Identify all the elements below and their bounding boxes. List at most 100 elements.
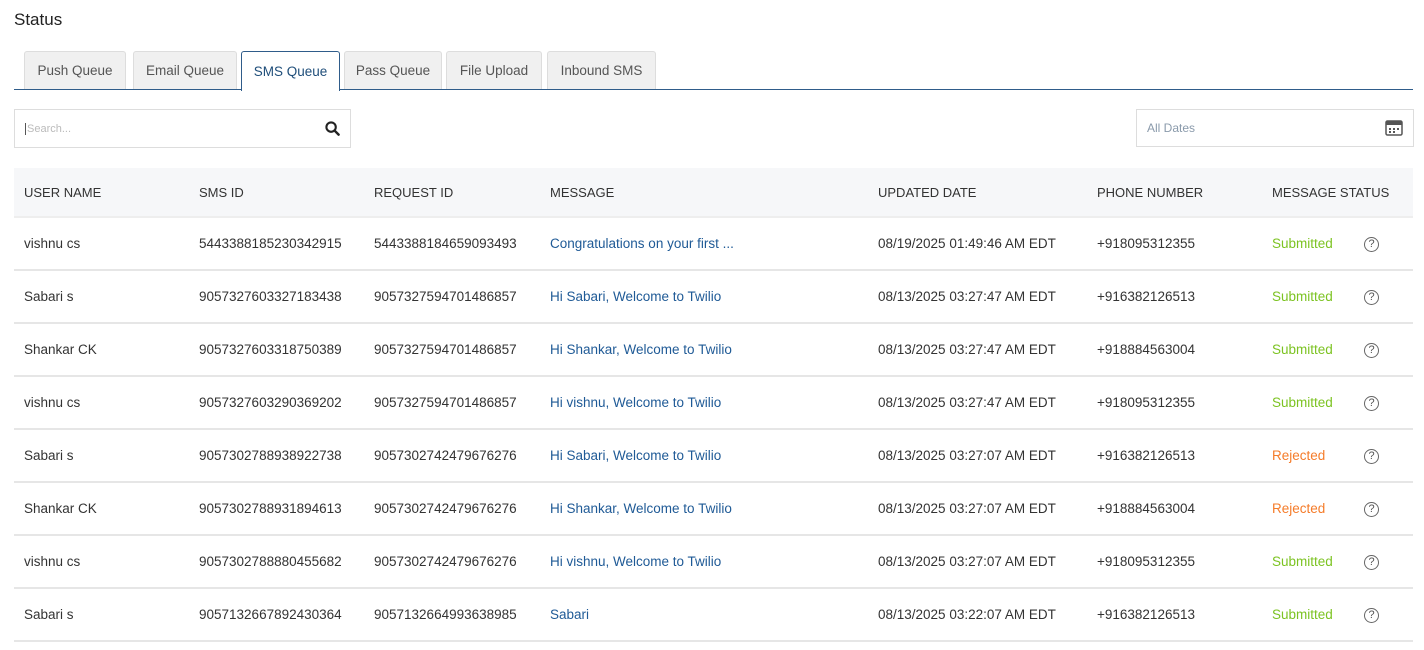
table-row: Shankar CK 9057302788931894613 90573027424… bbox=[14, 482, 1413, 536]
table-header-row: USER NAME SMS ID REQUEST ID MESSAGE UPDA… bbox=[14, 168, 1413, 218]
table-row: Sabari s 9057302788938922738 9057302742479… bbox=[14, 429, 1413, 483]
status-badge: Submitted bbox=[1272, 395, 1333, 410]
table-row: Sabari s 9057327603327183438 9057327594701… bbox=[14, 270, 1413, 324]
cell-message-status: Submitted? bbox=[1262, 217, 1413, 271]
status-badge: Submitted bbox=[1272, 289, 1333, 304]
cell-sms-id: 9057302788931894613 bbox=[189, 482, 364, 536]
status-badge: Submitted bbox=[1272, 342, 1333, 357]
tab-inbound-sms[interactable]: Inbound SMS bbox=[547, 51, 656, 89]
cell-phone-number: +918884563004 bbox=[1087, 323, 1262, 377]
cell-updated-date: 08/13/2025 03:27:47 AM EDT bbox=[868, 376, 1087, 430]
tab-push-queue[interactable]: Push Queue bbox=[24, 51, 126, 89]
status-badge: Submitted bbox=[1272, 554, 1333, 569]
tab-sms-queue[interactable]: SMS Queue bbox=[241, 51, 340, 91]
status-badge: Submitted bbox=[1272, 236, 1333, 251]
search-icon[interactable] bbox=[325, 121, 340, 136]
cell-message-status: Submitted? bbox=[1262, 588, 1413, 642]
cell-request-id: 9057302742479676276 bbox=[364, 535, 540, 589]
table-row: Sabari s 9057132667892430364 9057132664993… bbox=[14, 588, 1413, 642]
page-title: Status bbox=[14, 10, 63, 29]
queue-tabs: Push Queue Email Queue SMS Queue Pass Qu… bbox=[14, 51, 1413, 91]
table-row: vishnu cs 9057327603290369202 905732759470… bbox=[14, 376, 1413, 430]
help-icon[interactable]: ? bbox=[1364, 343, 1379, 358]
cell-message[interactable]: Hi Sabari, Welcome to Twilio bbox=[540, 270, 868, 324]
cell-message-status: Rejected? bbox=[1262, 482, 1413, 536]
tab-pass-queue[interactable]: Pass Queue bbox=[344, 51, 442, 89]
cell-sms-id: 9057132667892430364 bbox=[189, 588, 364, 642]
cell-phone-number: +918095312355 bbox=[1087, 535, 1262, 589]
column-header-message[interactable]: MESSAGE bbox=[540, 168, 868, 218]
cell-user-name: vishnu cs bbox=[14, 535, 189, 589]
cell-message-status: Submitted? bbox=[1262, 376, 1413, 430]
help-icon[interactable]: ? bbox=[1364, 449, 1379, 464]
help-icon[interactable]: ? bbox=[1364, 608, 1379, 623]
cell-user-name: Sabari s bbox=[14, 588, 189, 642]
cell-sms-id: 9057302788938922738 bbox=[189, 429, 364, 483]
column-header-sms-id[interactable]: SMS ID bbox=[189, 168, 364, 218]
cell-sms-id: 9057327603327183438 bbox=[189, 270, 364, 324]
cell-sms-id: 9057327603290369202 bbox=[189, 376, 364, 430]
table-row: vishnu cs 9057302788880455682 905730274247… bbox=[14, 535, 1413, 589]
cell-message[interactable]: Hi vishnu, Welcome to Twilio bbox=[540, 376, 868, 430]
cell-request-id: 9057327594701486857 bbox=[364, 270, 540, 324]
column-header-message-status[interactable]: MESSAGE STATUS bbox=[1262, 168, 1413, 218]
search-input[interactable] bbox=[25, 122, 325, 135]
cell-phone-number: +918095312355 bbox=[1087, 217, 1262, 271]
cell-user-name: Sabari s bbox=[14, 429, 189, 483]
search-box bbox=[14, 109, 351, 148]
cell-message[interactable]: Hi Sabari, Welcome to Twilio bbox=[540, 429, 868, 483]
cell-message[interactable]: Sabari bbox=[540, 588, 868, 642]
help-icon[interactable]: ? bbox=[1364, 555, 1379, 570]
cell-user-name: Shankar CK bbox=[14, 323, 189, 377]
cell-request-id: 9057327594701486857 bbox=[364, 323, 540, 377]
calendar-icon[interactable] bbox=[1385, 120, 1403, 136]
cell-request-id: 9057302742479676276 bbox=[364, 429, 540, 483]
cell-request-id: 9057302742479676276 bbox=[364, 482, 540, 536]
cell-updated-date: 08/13/2025 03:27:07 AM EDT bbox=[868, 429, 1087, 483]
cell-updated-date: 08/13/2025 03:22:07 AM EDT bbox=[868, 588, 1087, 642]
cell-message[interactable]: Hi vishnu, Welcome to Twilio bbox=[540, 535, 868, 589]
cell-message-status: Submitted? bbox=[1262, 270, 1413, 324]
help-icon[interactable]: ? bbox=[1364, 502, 1379, 517]
cell-message-status: Submitted? bbox=[1262, 535, 1413, 589]
cell-updated-date: 08/13/2025 03:27:07 AM EDT bbox=[868, 535, 1087, 589]
cell-user-name: Sabari s bbox=[14, 270, 189, 324]
column-header-phone-number[interactable]: PHONE NUMBER bbox=[1087, 168, 1262, 218]
date-filter[interactable]: All Dates bbox=[1136, 109, 1414, 147]
cell-user-name: vishnu cs bbox=[14, 217, 189, 271]
cell-updated-date: 08/13/2025 03:27:47 AM EDT bbox=[868, 270, 1087, 324]
cell-phone-number: +916382126513 bbox=[1087, 429, 1262, 483]
cell-message-status: Submitted? bbox=[1262, 323, 1413, 377]
cell-sms-id: 5443388185230342915 bbox=[189, 217, 364, 271]
help-icon[interactable]: ? bbox=[1364, 396, 1379, 411]
status-badge: Rejected bbox=[1272, 448, 1326, 463]
cell-updated-date: 08/19/2025 01:49:46 AM EDT bbox=[868, 217, 1087, 271]
cell-user-name: vishnu cs bbox=[14, 376, 189, 430]
sms-queue-table: USER NAME SMS ID REQUEST ID MESSAGE UPDA… bbox=[14, 168, 1413, 642]
tab-email-queue[interactable]: Email Queue bbox=[133, 51, 237, 89]
cell-updated-date: 08/13/2025 03:27:47 AM EDT bbox=[868, 323, 1087, 377]
cell-message[interactable]: Congratulations on your first ... bbox=[540, 217, 868, 271]
cell-request-id: 9057327594701486857 bbox=[364, 376, 540, 430]
cell-user-name: Shankar CK bbox=[14, 482, 189, 536]
status-badge: Rejected bbox=[1272, 501, 1326, 516]
help-icon[interactable]: ? bbox=[1364, 237, 1379, 252]
column-header-updated-date[interactable]: UPDATED DATE bbox=[868, 168, 1087, 218]
table-row: vishnu cs 5443388185230342915 544338818465… bbox=[14, 217, 1413, 271]
column-header-request-id[interactable]: REQUEST ID bbox=[364, 168, 540, 218]
cell-phone-number: +918095312355 bbox=[1087, 376, 1262, 430]
date-filter-value: All Dates bbox=[1147, 121, 1196, 135]
cell-message[interactable]: Hi Shankar, Welcome to Twilio bbox=[540, 323, 868, 377]
cell-updated-date: 08/13/2025 03:27:07 AM EDT bbox=[868, 482, 1087, 536]
cell-phone-number: +916382126513 bbox=[1087, 588, 1262, 642]
column-header-user-name[interactable]: USER NAME bbox=[14, 168, 189, 218]
cell-message-status: Rejected? bbox=[1262, 429, 1413, 483]
status-badge: Submitted bbox=[1272, 607, 1333, 622]
cell-request-id: 9057132664993638985 bbox=[364, 588, 540, 642]
cell-phone-number: +916382126513 bbox=[1087, 270, 1262, 324]
cell-message[interactable]: Hi Shankar, Welcome to Twilio bbox=[540, 482, 868, 536]
cell-sms-id: 9057327603318750389 bbox=[189, 323, 364, 377]
tab-file-upload[interactable]: File Upload bbox=[446, 51, 542, 89]
cell-request-id: 5443388184659093493 bbox=[364, 217, 540, 271]
help-icon[interactable]: ? bbox=[1364, 290, 1379, 305]
